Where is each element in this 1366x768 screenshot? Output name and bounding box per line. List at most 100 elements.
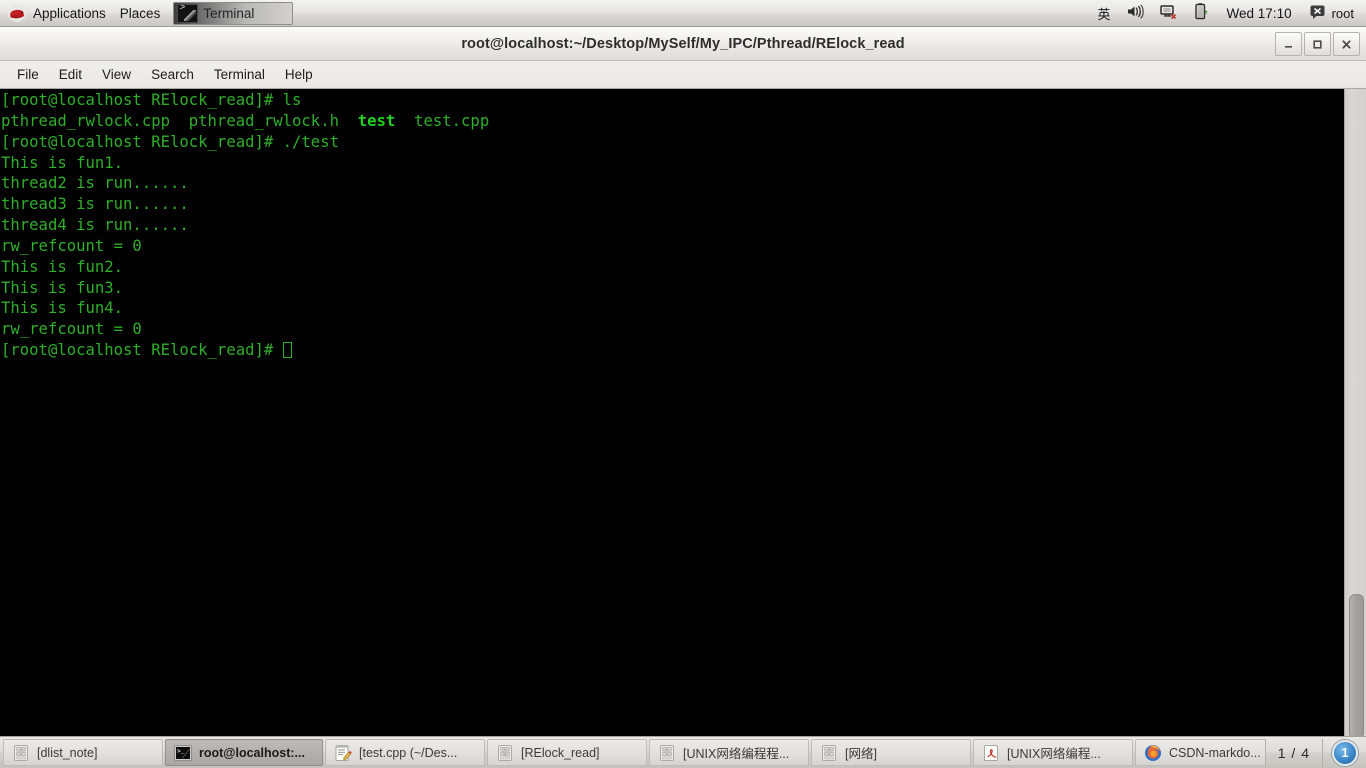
taskbar-item[interactable]: >_ root@localhost:...: [165, 739, 323, 766]
terminal-line: rw_refcount = 0: [1, 236, 1344, 257]
system-tray: 英 Wed 17:10 root: [1090, 0, 1366, 27]
terminal-cursor: [282, 342, 292, 359]
terminal-area: [root@localhost RElock_read]# ls pthread_…: [0, 89, 1366, 739]
terminal-text: [root@localhost RElock_read]# ./test: [1, 132, 339, 151]
terminal-icon: >_: [174, 744, 192, 762]
taskbar-item[interactable]: [test.cpp (~/Des...: [325, 739, 485, 766]
clock-label: Wed 17:10: [1226, 5, 1292, 21]
terminal-icon: [177, 3, 199, 23]
taskbar-item[interactable]: [UNIX网络编程...: [973, 739, 1133, 766]
taskbar-window-list: [dlist_note] >_ root@localhost:... [test.cp…: [2, 739, 1265, 766]
taskbar-item[interactable]: [dlist_note]: [3, 739, 163, 766]
workspace-pager-label[interactable]: 1 / 4: [1264, 738, 1323, 767]
terminal-line: This is fun3.: [1, 278, 1344, 299]
terminal-text: This is fun4.: [1, 299, 124, 318]
taskbar-item[interactable]: CSDN-markdo...: [1135, 739, 1265, 766]
network-tray-button[interactable]: [1152, 0, 1186, 27]
terminal-line: This is fun4.: [1, 298, 1344, 319]
text-editor-icon: [334, 744, 352, 762]
top-panel: Applications Places Terminal 英: [0, 0, 1366, 27]
menu-help[interactable]: Help: [276, 64, 322, 85]
menu-edit[interactable]: Edit: [50, 64, 91, 85]
terminal-text: test.cpp: [395, 111, 490, 130]
terminal-line: [root@localhost RElock_read]# ls: [1, 90, 1344, 111]
user-label: root: [1331, 5, 1354, 21]
user-status-icon: [1310, 4, 1326, 22]
file-manager-icon: [496, 744, 514, 762]
menu-file[interactable]: File: [8, 64, 48, 85]
terminal-scrollbar[interactable]: [1344, 89, 1366, 739]
terminal-text: thread4 is run......: [1, 216, 189, 235]
terminal-line: This is fun2.: [1, 257, 1344, 278]
menu-terminal[interactable]: Terminal: [205, 64, 274, 85]
terminal-text: rw_refcount = 0: [1, 236, 142, 255]
taskbar-item-label: CSDN-markdo...: [1169, 745, 1261, 760]
file-manager-icon: [12, 744, 30, 762]
file-manager-icon: [820, 744, 838, 762]
terminal-line: rw_refcount = 0: [1, 319, 1344, 340]
terminal-line: pthread_rwlock.cpp pthread_rwlock.h test…: [1, 111, 1344, 132]
taskbar-item-label: [网络]: [845, 747, 877, 761]
taskbar-item-label: [test.cpp (~/Des...: [359, 745, 458, 760]
terminal-text: thread2 is run......: [1, 174, 189, 193]
terminal-executable-text: test: [357, 111, 396, 130]
applications-menu-label: Applications: [33, 5, 106, 21]
input-method-label: 英: [1097, 6, 1111, 22]
places-menu-label: Places: [119, 5, 161, 21]
redhat-logo-icon: [7, 4, 27, 22]
minimize-button[interactable]: [1275, 32, 1302, 56]
menubar: File Edit View Search Terminal Help: [0, 61, 1366, 89]
terminal-line: thread4 is run......: [1, 215, 1344, 236]
taskbar-item-label: [RElock_read]: [521, 745, 600, 760]
file-manager-icon: [658, 744, 676, 762]
clock[interactable]: Wed 17:10: [1217, 0, 1302, 27]
terminal-line: [root@localhost RElock_read]#: [1, 340, 1344, 361]
taskbar-item-label: [dlist_note]: [37, 745, 98, 760]
terminal-text: This is fun3.: [1, 278, 124, 297]
firefox-icon: [1144, 744, 1162, 762]
taskbar: [dlist_note] >_ root@localhost:... [test.cp…: [0, 736, 1366, 768]
workspace-current-badge[interactable]: 1: [1332, 739, 1358, 766]
terminal-text: This is fun1.: [1, 153, 124, 172]
desktop-screen: Applications Places Terminal 英: [0, 0, 1366, 768]
terminal-line: thread2 is run......: [1, 173, 1344, 194]
terminal-line: thread3 is run......: [1, 194, 1344, 215]
close-button[interactable]: [1333, 32, 1360, 56]
battery-charging-icon: [1194, 3, 1209, 23]
panel-window-task-terminal[interactable]: Terminal: [173, 1, 294, 25]
window-title: root@localhost:~/Desktop/MySelf/My_IPC/P…: [461, 35, 905, 52]
svg-text:>_: >_: [177, 748, 185, 755]
window-titlebar[interactable]: root@localhost:~/Desktop/MySelf/My_IPC/P…: [0, 27, 1366, 61]
terminal-text: [root@localhost RElock_read]#: [1, 341, 283, 360]
menu-view[interactable]: View: [93, 64, 140, 85]
terminal-text: pthread_rwlock.cpp pthread_rwlock.h: [1, 111, 358, 130]
terminal-text: thread3 is run......: [1, 195, 189, 214]
terminal-scrollbar-thumb[interactable]: [1349, 594, 1364, 739]
menu-search[interactable]: Search: [142, 64, 203, 85]
terminal-output[interactable]: [root@localhost RElock_read]# ls pthread_…: [0, 89, 1344, 738]
panel-task-label: Terminal: [203, 5, 255, 21]
volume-tray-button[interactable]: [1119, 0, 1152, 27]
window-controls: [1275, 32, 1360, 56]
pdf-reader-icon: [982, 744, 1000, 762]
input-method-indicator[interactable]: 英: [1090, 0, 1119, 27]
terminal-text: This is fun2.: [1, 257, 124, 276]
terminal-line: This is fun1.: [1, 153, 1344, 174]
maximize-button[interactable]: [1304, 32, 1331, 56]
taskbar-item[interactable]: [UNIX网络编程程...: [649, 739, 809, 766]
taskbar-item-label: [UNIX网络编程程...: [683, 747, 790, 761]
terminal-window: root@localhost:~/Desktop/MySelf/My_IPC/P…: [0, 27, 1366, 739]
taskbar-item[interactable]: [RElock_read]: [487, 739, 647, 766]
taskbar-item[interactable]: [网络]: [811, 739, 971, 766]
terminal-text: [root@localhost RElock_read]# ls: [1, 91, 302, 109]
speaker-icon: [1127, 4, 1144, 22]
taskbar-item-label: [UNIX网络编程...: [1007, 747, 1101, 761]
places-menu[interactable]: Places: [113, 0, 168, 27]
network-disconnected-icon: [1159, 4, 1178, 23]
user-menu[interactable]: root: [1302, 0, 1358, 27]
terminal-text: rw_refcount = 0: [1, 320, 142, 339]
taskbar-item-label: root@localhost:...: [199, 745, 305, 760]
applications-menu[interactable]: Applications: [0, 0, 113, 27]
battery-tray-button[interactable]: [1186, 0, 1217, 27]
workspace-indicator: 1 / 4 1: [1264, 737, 1364, 768]
